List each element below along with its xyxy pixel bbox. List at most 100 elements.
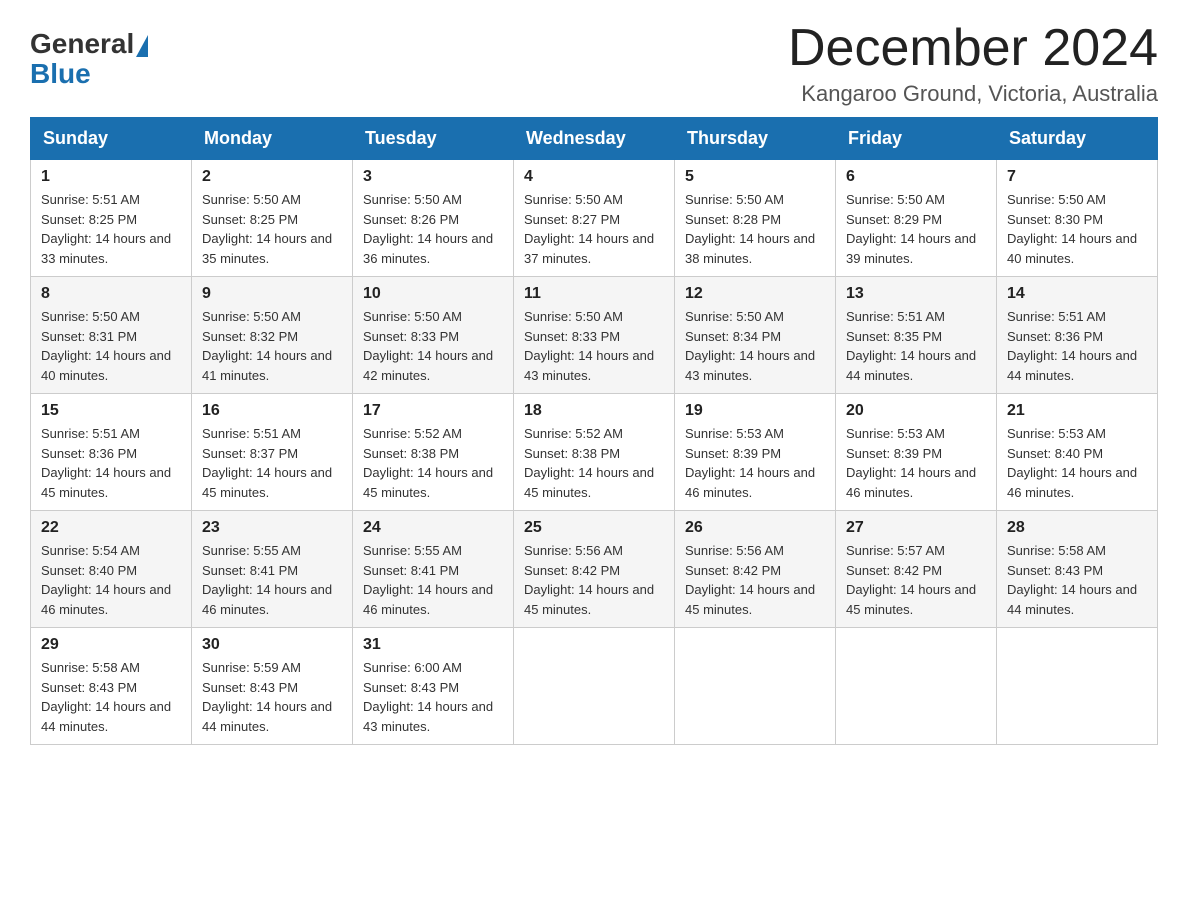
day-number: 1: [41, 168, 181, 186]
header-friday: Friday: [836, 118, 997, 160]
day-info: Sunrise: 5:57 AMSunset: 8:42 PMDaylight:…: [846, 541, 986, 619]
day-number: 25: [524, 519, 664, 537]
day-info: Sunrise: 6:00 AMSunset: 8:43 PMDaylight:…: [363, 658, 503, 736]
calendar-day-cell: 4Sunrise: 5:50 AMSunset: 8:27 PMDaylight…: [514, 160, 675, 277]
month-title: December 2024: [788, 20, 1158, 77]
day-number: 6: [846, 168, 986, 186]
day-info: Sunrise: 5:51 AMSunset: 8:35 PMDaylight:…: [846, 307, 986, 385]
day-info: Sunrise: 5:55 AMSunset: 8:41 PMDaylight:…: [202, 541, 342, 619]
calendar-day-cell: 9Sunrise: 5:50 AMSunset: 8:32 PMDaylight…: [192, 277, 353, 394]
calendar-day-cell: 10 Sunrise: 5:50 AMSunset: 8:33 PMDayligh…: [353, 277, 514, 394]
calendar-day-cell: 25 Sunrise: 5:56 AMSunset: 8:42 PMDayligh…: [514, 511, 675, 628]
calendar-week-row: 22 Sunrise: 5:54 AMSunset: 8:40 PMDayligh…: [31, 511, 1158, 628]
calendar-day-cell: 8 Sunrise: 5:50 AMSunset: 8:31 PMDaylight…: [31, 277, 192, 394]
header-thursday: Thursday: [675, 118, 836, 160]
day-info: Sunrise: 5:50 AMSunset: 8:25 PMDaylight:…: [202, 190, 342, 268]
calendar-day-cell: 18 Sunrise: 5:52 AMSunset: 8:38 PMDayligh…: [514, 394, 675, 511]
calendar-week-row: 1 Sunrise: 5:51 AMSunset: 8:25 PMDaylight…: [31, 160, 1158, 277]
calendar-day-cell: 28Sunrise: 5:58 AMSunset: 8:43 PMDayligh…: [997, 511, 1158, 628]
logo-arrow-icon: [136, 35, 148, 57]
calendar-day-cell: 29 Sunrise: 5:58 AMSunset: 8:43 PMDayligh…: [31, 628, 192, 745]
day-number: 18: [524, 402, 664, 420]
day-number: 20: [846, 402, 986, 420]
day-number: 19: [685, 402, 825, 420]
calendar-day-cell: 12Sunrise: 5:50 AMSunset: 8:34 PMDayligh…: [675, 277, 836, 394]
calendar-week-row: 29 Sunrise: 5:58 AMSunset: 8:43 PMDayligh…: [31, 628, 1158, 745]
day-number: 5: [685, 168, 825, 186]
calendar-day-cell: 19Sunrise: 5:53 AMSunset: 8:39 PMDayligh…: [675, 394, 836, 511]
day-info: Sunrise: 5:50 AMSunset: 8:29 PMDaylight:…: [846, 190, 986, 268]
day-info: Sunrise: 5:50 AMSunset: 8:31 PMDaylight:…: [41, 307, 181, 385]
calendar-day-cell: 7 Sunrise: 5:50 AMSunset: 8:30 PMDaylight…: [997, 160, 1158, 277]
day-info: Sunrise: 5:50 AMSunset: 8:26 PMDaylight:…: [363, 190, 503, 268]
calendar-day-cell: 17Sunrise: 5:52 AMSunset: 8:38 PMDayligh…: [353, 394, 514, 511]
header-tuesday: Tuesday: [353, 118, 514, 160]
day-info: Sunrise: 5:53 AMSunset: 8:40 PMDaylight:…: [1007, 424, 1147, 502]
calendar-day-cell: 22 Sunrise: 5:54 AMSunset: 8:40 PMDayligh…: [31, 511, 192, 628]
day-number: 3: [363, 168, 503, 186]
calendar-day-cell: 21 Sunrise: 5:53 AMSunset: 8:40 PMDayligh…: [997, 394, 1158, 511]
calendar-day-cell: 2 Sunrise: 5:50 AMSunset: 8:25 PMDaylight…: [192, 160, 353, 277]
day-number: 8: [41, 285, 181, 303]
day-number: 10: [363, 285, 503, 303]
calendar-day-cell: 16 Sunrise: 5:51 AMSunset: 8:37 PMDayligh…: [192, 394, 353, 511]
logo: General Blue: [30, 30, 150, 90]
calendar-day-cell: 13 Sunrise: 5:51 AMSunset: 8:35 PMDayligh…: [836, 277, 997, 394]
day-number: 2: [202, 168, 342, 186]
day-number: 30: [202, 636, 342, 654]
calendar-day-cell: 5 Sunrise: 5:50 AMSunset: 8:28 PMDaylight…: [675, 160, 836, 277]
day-info: Sunrise: 5:50 AMSunset: 8:33 PMDaylight:…: [363, 307, 503, 385]
day-number: 17: [363, 402, 503, 420]
calendar-day-cell: 15Sunrise: 5:51 AMSunset: 8:36 PMDayligh…: [31, 394, 192, 511]
day-number: 23: [202, 519, 342, 537]
day-info: Sunrise: 5:56 AMSunset: 8:42 PMDaylight:…: [685, 541, 825, 619]
day-number: 22: [41, 519, 181, 537]
day-info: Sunrise: 5:58 AMSunset: 8:43 PMDaylight:…: [41, 658, 181, 736]
day-info: Sunrise: 5:50 AMSunset: 8:27 PMDaylight:…: [524, 190, 664, 268]
header-monday: Monday: [192, 118, 353, 160]
header-wednesday: Wednesday: [514, 118, 675, 160]
day-number: 24: [363, 519, 503, 537]
title-block: December 2024 Kangaroo Ground, Victoria,…: [788, 20, 1158, 107]
day-info: Sunrise: 5:51 AMSunset: 8:36 PMDaylight:…: [41, 424, 181, 502]
calendar-day-cell: 20Sunrise: 5:53 AMSunset: 8:39 PMDayligh…: [836, 394, 997, 511]
day-info: Sunrise: 5:50 AMSunset: 8:30 PMDaylight:…: [1007, 190, 1147, 268]
calendar-day-cell: [836, 628, 997, 745]
day-number: 21: [1007, 402, 1147, 420]
calendar-day-cell: 23 Sunrise: 5:55 AMSunset: 8:41 PMDayligh…: [192, 511, 353, 628]
calendar-day-cell: 3 Sunrise: 5:50 AMSunset: 8:26 PMDaylight…: [353, 160, 514, 277]
day-number: 29: [41, 636, 181, 654]
calendar-day-cell: 6 Sunrise: 5:50 AMSunset: 8:29 PMDaylight…: [836, 160, 997, 277]
calendar-day-cell: [675, 628, 836, 745]
day-info: Sunrise: 5:59 AMSunset: 8:43 PMDaylight:…: [202, 658, 342, 736]
day-number: 28: [1007, 519, 1147, 537]
calendar-day-cell: [514, 628, 675, 745]
calendar-day-cell: 26Sunrise: 5:56 AMSunset: 8:42 PMDayligh…: [675, 511, 836, 628]
day-info: Sunrise: 5:50 AMSunset: 8:32 PMDaylight:…: [202, 307, 342, 385]
day-info: Sunrise: 5:55 AMSunset: 8:41 PMDaylight:…: [363, 541, 503, 619]
day-number: 16: [202, 402, 342, 420]
day-number: 31: [363, 636, 503, 654]
page-header: General Blue December 2024 Kangaroo Grou…: [30, 20, 1158, 107]
calendar-day-cell: 27 Sunrise: 5:57 AMSunset: 8:42 PMDayligh…: [836, 511, 997, 628]
header-sunday: Sunday: [31, 118, 192, 160]
calendar-day-cell: 31 Sunrise: 6:00 AMSunset: 8:43 PMDayligh…: [353, 628, 514, 745]
location-text: Kangaroo Ground, Victoria, Australia: [788, 81, 1158, 107]
day-info: Sunrise: 5:50 AMSunset: 8:34 PMDaylight:…: [685, 307, 825, 385]
calendar-day-cell: 1 Sunrise: 5:51 AMSunset: 8:25 PMDaylight…: [31, 160, 192, 277]
day-info: Sunrise: 5:51 AMSunset: 8:25 PMDaylight:…: [41, 190, 181, 268]
header-saturday: Saturday: [997, 118, 1158, 160]
day-number: 13: [846, 285, 986, 303]
day-info: Sunrise: 5:56 AMSunset: 8:42 PMDaylight:…: [524, 541, 664, 619]
day-number: 27: [846, 519, 986, 537]
logo-blue-text: Blue: [30, 58, 91, 90]
day-info: Sunrise: 5:52 AMSunset: 8:38 PMDaylight:…: [524, 424, 664, 502]
day-info: Sunrise: 5:54 AMSunset: 8:40 PMDaylight:…: [41, 541, 181, 619]
day-info: Sunrise: 5:51 AMSunset: 8:36 PMDaylight:…: [1007, 307, 1147, 385]
day-info: Sunrise: 5:51 AMSunset: 8:37 PMDaylight:…: [202, 424, 342, 502]
calendar-day-cell: [997, 628, 1158, 745]
day-number: 7: [1007, 168, 1147, 186]
calendar-week-row: 8 Sunrise: 5:50 AMSunset: 8:31 PMDaylight…: [31, 277, 1158, 394]
day-info: Sunrise: 5:50 AMSunset: 8:28 PMDaylight:…: [685, 190, 825, 268]
calendar-week-row: 15Sunrise: 5:51 AMSunset: 8:36 PMDayligh…: [31, 394, 1158, 511]
